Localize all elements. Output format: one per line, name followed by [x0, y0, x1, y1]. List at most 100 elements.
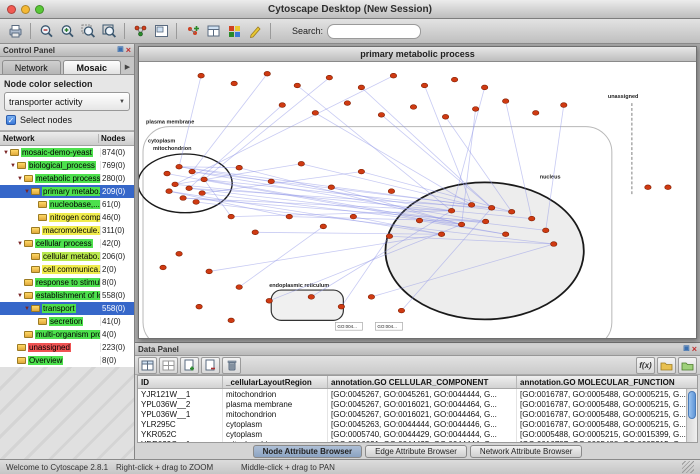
network-view-title[interactable]: primary metabolic process: [139, 47, 696, 62]
network-node[interactable]: [326, 75, 332, 80]
network-node[interactable]: [328, 185, 334, 190]
birdseye-view-icon[interactable]: [151, 21, 171, 41]
network-node[interactable]: [665, 185, 671, 190]
network-edge[interactable]: [361, 87, 491, 207]
network-node[interactable]: [561, 103, 567, 108]
network-node[interactable]: [468, 203, 474, 208]
network-node[interactable]: [458, 222, 464, 227]
network-node[interactable]: [312, 111, 318, 116]
network-node[interactable]: [338, 304, 344, 309]
tab-mosaic[interactable]: Mosaic: [63, 60, 122, 74]
network-node[interactable]: [186, 186, 192, 191]
expand-collapse-icon[interactable]: ▼: [9, 163, 17, 169]
vizmapper-icon[interactable]: [224, 21, 244, 41]
network-node[interactable]: [189, 169, 195, 174]
network-canvas[interactable]: plasma membranecytoplasmmitochondrionnuc…: [139, 62, 696, 338]
network-edge[interactable]: [204, 78, 329, 180]
network-node[interactable]: [298, 161, 304, 166]
table-scrollbar[interactable]: [686, 389, 697, 442]
network-node[interactable]: [390, 73, 396, 78]
close-window-button[interactable]: [7, 5, 16, 14]
network-manager-icon[interactable]: [130, 21, 150, 41]
function-builder-icon[interactable]: f(x): [636, 357, 655, 374]
tree-header-network[interactable]: Network: [0, 134, 99, 143]
unselect-attributes-icon[interactable]: [159, 357, 178, 374]
network-node[interactable]: [386, 234, 392, 239]
float-panel-icon[interactable]: ▣: [683, 345, 690, 353]
network-node[interactable]: [201, 177, 207, 182]
select-attributes-icon[interactable]: [138, 357, 157, 374]
expand-collapse-icon[interactable]: ▼: [2, 150, 10, 156]
tab-network[interactable]: Network: [2, 60, 61, 74]
create-network-icon[interactable]: [182, 21, 202, 41]
network-node[interactable]: [472, 107, 478, 112]
network-node[interactable]: [488, 205, 494, 210]
network-node[interactable]: [196, 304, 202, 309]
annotation-icon[interactable]: [245, 21, 265, 41]
network-node[interactable]: [236, 165, 242, 170]
search-input[interactable]: [327, 24, 421, 39]
tree-row[interactable]: cellular metabo...206(0): [0, 250, 134, 263]
tree-row[interactable]: ▼mosaic-demo-yeast874(0): [0, 146, 134, 159]
tree-row[interactable]: nitrogen compo...46(0): [0, 211, 134, 224]
network-edge[interactable]: [169, 191, 441, 234]
network-node[interactable]: [442, 114, 448, 119]
network-node[interactable]: [502, 232, 508, 237]
network-node[interactable]: [320, 224, 326, 229]
zoom-selected-icon[interactable]: [78, 21, 98, 41]
network-node[interactable]: [199, 191, 205, 196]
node-color-dropdown[interactable]: transporter activity ▼: [4, 92, 130, 111]
new-attribute-icon[interactable]: [180, 357, 199, 374]
open-attributes-icon[interactable]: [678, 357, 697, 374]
zoom-in-icon[interactable]: [57, 21, 77, 41]
network-node[interactable]: [451, 77, 457, 82]
network-node[interactable]: [528, 216, 534, 221]
tree-header-nodes[interactable]: Nodes: [99, 134, 134, 143]
column-header[interactable]: ID: [138, 376, 223, 389]
network-node[interactable]: [543, 228, 549, 233]
close-panel-icon[interactable]: ×: [126, 46, 131, 54]
network-node[interactable]: [166, 189, 172, 194]
zoom-window-button[interactable]: [35, 5, 44, 14]
network-node[interactable]: [176, 251, 182, 256]
tree-row[interactable]: nucleobase,...61(0): [0, 198, 134, 211]
network-node[interactable]: [438, 232, 444, 237]
network-node[interactable]: [180, 196, 186, 201]
network-node[interactable]: [482, 219, 488, 224]
network-node[interactable]: [344, 101, 350, 106]
network-node[interactable]: [358, 85, 364, 90]
network-node[interactable]: [206, 269, 212, 274]
window-titlebar[interactable]: Cytoscape Desktop (New Session): [0, 0, 700, 19]
expand-collapse-icon[interactable]: ▼: [16, 293, 24, 299]
network-edge[interactable]: [202, 172, 361, 194]
tree-row[interactable]: ▼cellular process42(0): [0, 237, 134, 250]
zoom-out-icon[interactable]: [36, 21, 56, 41]
trash-icon[interactable]: [222, 357, 241, 374]
network-node[interactable]: [398, 308, 404, 313]
attribute-row[interactable]: YJR121W__1mitochondrion[GO:0045267, GO:0…: [138, 389, 698, 400]
close-panel-icon[interactable]: ×: [692, 345, 697, 353]
network-node[interactable]: [228, 214, 234, 219]
network-node[interactable]: [421, 83, 427, 88]
network-node[interactable]: [193, 200, 199, 205]
network-node[interactable]: [160, 265, 166, 270]
expand-collapse-icon[interactable]: ▼: [16, 241, 24, 247]
attribute-row[interactable]: YLR295Ccytoplasm[GO:0045263, GO:0044444,…: [138, 419, 698, 429]
network-node[interactable]: [172, 182, 178, 187]
network-node[interactable]: [350, 214, 356, 219]
network-node[interactable]: [236, 285, 242, 290]
scrollbar-thumb[interactable]: [688, 391, 696, 419]
tree-row[interactable]: ▼biological_process769(0): [0, 159, 134, 172]
print-icon[interactable]: [5, 21, 25, 41]
network-view-frame[interactable]: primary metabolic process plasma membran…: [138, 46, 697, 339]
attribute-row[interactable]: YPL036W__2plasma membrane[GO:0045267, GO…: [138, 399, 698, 409]
resize-grip[interactable]: [682, 461, 694, 473]
network-node[interactable]: [164, 171, 170, 176]
network-node[interactable]: [264, 71, 270, 76]
tree-row[interactable]: ▼metabolic process280(0): [0, 172, 134, 185]
expand-collapse-icon[interactable]: ▼: [23, 189, 31, 195]
attribute-row[interactable]: YKR052Ccytoplasm[GO:0005740, GO:0044429,…: [138, 429, 698, 439]
network-node[interactable]: [502, 99, 508, 104]
network-node[interactable]: [416, 218, 422, 223]
network-node[interactable]: [358, 169, 364, 174]
